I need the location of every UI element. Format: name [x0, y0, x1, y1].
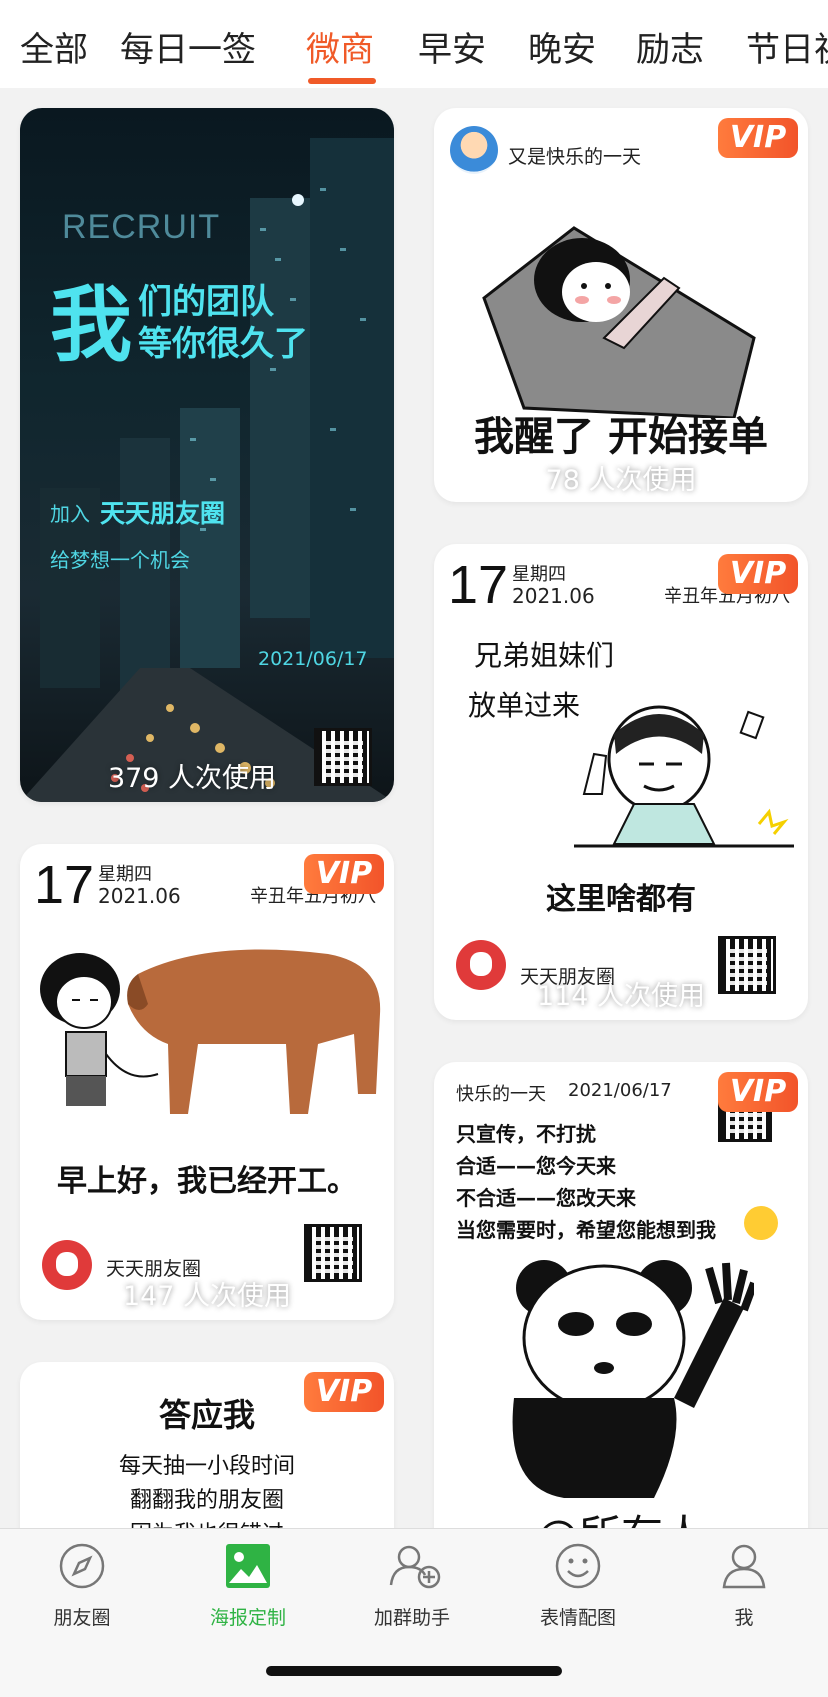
- kiss-emoji-icon: [744, 1206, 778, 1240]
- recruit-join-prefix: 加入: [50, 502, 90, 526]
- panda-line1: 只宣传，不打扰: [456, 1122, 596, 1146]
- card-user-caption: 又是快乐的一天: [508, 146, 642, 168]
- nav-group-helper[interactable]: 加群助手: [352, 1543, 472, 1630]
- card-caption: 这里啥都有: [546, 882, 696, 917]
- panda-line3: 不合适——您改天来: [456, 1186, 636, 1210]
- calendar-month: 2021.06: [98, 884, 181, 908]
- promise-line1: 每天抽一小段时间: [118, 1454, 295, 1479]
- calendar-day: 17: [448, 555, 509, 615]
- handwritten-line2: 放单过来: [468, 689, 581, 722]
- tab-daily-sign[interactable]: 每日一签: [120, 22, 256, 71]
- promise-title: 答应我: [158, 1396, 255, 1434]
- vip-badge: VIP: [718, 118, 798, 158]
- vip-badge: VIP: [304, 854, 384, 894]
- avatar: [450, 126, 498, 174]
- recruit-tagline: 给梦想一个机会: [50, 548, 190, 572]
- handwritten-line1: 兄弟姐妹们: [474, 639, 615, 672]
- vip-badge: VIP: [718, 554, 798, 594]
- nav-label: 加群助手: [373, 1607, 450, 1629]
- nav-label: 我: [734, 1607, 754, 1629]
- tab-weishang[interactable]: 微商: [306, 22, 374, 71]
- recruit-headline-line2: 等你很久了: [138, 324, 308, 364]
- recruit-eyebrow: RECRUIT: [62, 208, 221, 246]
- calendar-month: 2021.06: [512, 584, 595, 608]
- poster-card-siblings[interactable]: 17 星期四 2021.06 辛丑年五月初八 VIP 兄弟姐妹们 放单过来 这里…: [434, 544, 808, 1020]
- poster-card-recruit[interactable]: RECRUIT 我 们的团队 等你很久了 加入 天天朋友圈 给梦想一个机会 20…: [20, 108, 394, 802]
- panda-line4: 当您需要时，希望您能想到我: [456, 1218, 716, 1242]
- recruit-headline-big: 我: [50, 278, 133, 373]
- nav-label: 海报定制: [209, 1607, 286, 1629]
- recruit-date: 2021/06/17: [258, 648, 368, 670]
- nav-label: 表情配图: [539, 1607, 616, 1629]
- category-tab-bar: 全部 每日一签 微商 早安 晚安 励志 节日祝: [0, 0, 828, 88]
- recruit-join-brand: 天天朋友圈: [100, 499, 226, 528]
- person-icon: [721, 1543, 767, 1589]
- tab-inspiration[interactable]: 励志: [636, 22, 704, 71]
- calendar-weekday: 星期四: [512, 564, 566, 585]
- usage-count: 78 人次使用: [545, 465, 697, 496]
- tab-morning[interactable]: 早安: [418, 22, 486, 71]
- tab-all[interactable]: 全部: [20, 22, 88, 71]
- usage-count: 147 人次使用: [122, 1281, 292, 1312]
- tab-holiday[interactable]: 节日祝: [746, 22, 828, 71]
- usage-count: 379 人次使用: [107, 763, 277, 794]
- active-tab-indicator: [308, 78, 376, 84]
- compass-icon: [59, 1543, 105, 1589]
- poster-card-wakeup[interactable]: 又是快乐的一天 VIP 我醒了 开始接单 78 人次使用: [434, 108, 808, 502]
- image-icon: [225, 1543, 271, 1589]
- calendar-weekday: 星期四: [98, 864, 152, 885]
- nav-poster-custom[interactable]: 海报定制: [188, 1543, 308, 1630]
- poster-card-cow[interactable]: 17 星期四 2021.06 辛丑年五月初八 VIP 早上好，我已经开工。 天天…: [20, 844, 394, 1320]
- nav-emoji-images[interactable]: 表情配图: [518, 1543, 638, 1630]
- nav-moments[interactable]: 朋友圈: [22, 1543, 142, 1630]
- sleeping-girl-illustration: [482, 226, 756, 418]
- card-caption: 我醒了 开始接单: [474, 414, 768, 460]
- thumbs-up-meme-illustration: [574, 705, 794, 848]
- usage-count: 114 人次使用: [536, 981, 706, 1012]
- home-indicator: [266, 1666, 562, 1676]
- tab-night[interactable]: 晚安: [528, 22, 596, 71]
- nav-label: 朋友圈: [53, 1607, 111, 1629]
- poster-card-panda[interactable]: 快乐的一天 2021/06/17 VIP 只宣传，不打扰 合适——您今天来 不合…: [434, 1062, 808, 1562]
- card-caption: 早上好，我已经开工。: [57, 1164, 357, 1199]
- boy-with-cow-illustration: [40, 949, 381, 1114]
- nav-me[interactable]: 我: [684, 1543, 804, 1630]
- panda-header-date: 2021/06/17: [568, 1080, 672, 1101]
- vip-badge: VIP: [718, 1072, 798, 1112]
- calendar-day: 17: [34, 855, 95, 915]
- smile-icon: [555, 1543, 601, 1589]
- add-friend-icon: [389, 1543, 441, 1589]
- waving-panda-illustration: [512, 1260, 754, 1498]
- panda-header-left: 快乐的一天: [456, 1084, 546, 1105]
- promise-line2: 翻翻我的朋友圈: [129, 1488, 284, 1513]
- panda-line2: 合适——您今天来: [456, 1154, 616, 1178]
